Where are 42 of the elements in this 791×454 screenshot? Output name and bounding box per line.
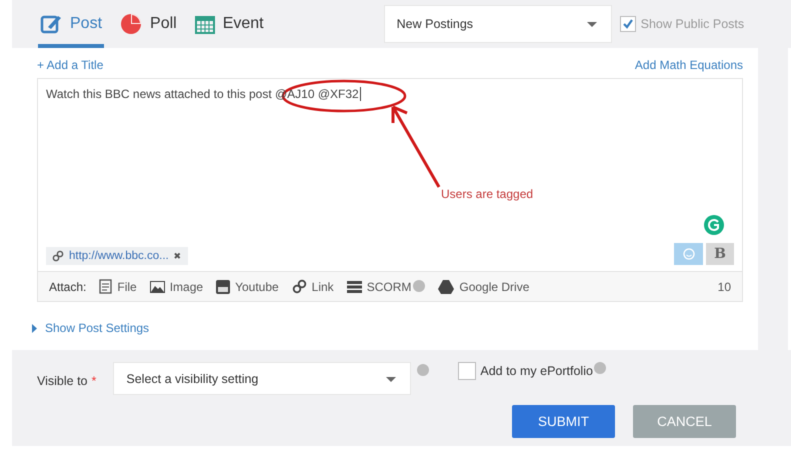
tab[interactable]: Poll [118, 0, 179, 48]
attach-button[interactable]: Google Drive [438, 280, 530, 294]
info-icon[interactable] [413, 280, 426, 292]
bold-button[interactable]: B [706, 243, 734, 265]
emoji-button[interactable] [674, 243, 703, 265]
required-mark: * [92, 374, 96, 388]
document-icon [99, 279, 112, 294]
attach-button[interactable]: Link [292, 279, 334, 294]
attach-button[interactable]: SCORM [346, 280, 426, 294]
attach-button[interactable]: File [99, 279, 137, 294]
info-icon[interactable] [594, 362, 606, 374]
submit-button[interactable]: SUBMIT [512, 405, 615, 438]
server-icon [346, 280, 362, 292]
link-icon [52, 250, 64, 262]
add-title-link[interactable]: + Add a Title [37, 58, 104, 72]
attach-button[interactable]: Youtube [216, 280, 279, 294]
annotation-text: Users are tagged [441, 187, 534, 201]
pie-chart-icon [120, 13, 142, 35]
checkbox[interactable] [458, 362, 476, 380]
link-url: http://www.bbc.co... [69, 250, 169, 262]
sort-dropdown[interactable]: New Postings [384, 5, 612, 43]
visibility-label: Visible to [37, 374, 88, 388]
video-icon [216, 280, 230, 294]
attach-label: Attach: [49, 280, 86, 294]
checkbox-label: Add to my ePortfolio [480, 364, 593, 378]
character-count: 10 [718, 280, 731, 294]
info-icon[interactable] [417, 364, 430, 376]
image-icon [150, 280, 165, 292]
pencil-icon [40, 13, 62, 35]
checkbox[interactable] [620, 16, 636, 32]
smiley-icon [682, 248, 694, 260]
checkbox-label: Show Public Posts [640, 17, 744, 31]
link-icon [292, 279, 307, 294]
attach-button[interactable]: Image [150, 280, 204, 294]
tab[interactable]: Event [192, 0, 266, 48]
visibility-dropdown[interactable]: Select a visibility setting [113, 362, 412, 395]
post-settings-toggle[interactable]: Show Post Settings [31, 321, 150, 335]
grammar-icon[interactable] [704, 215, 724, 235]
remove-icon[interactable]: ✖ [174, 251, 182, 261]
add-math-link[interactable]: Add Math Equations [634, 58, 743, 72]
link-chip[interactable]: http://www.bbc.co... ✖ [46, 247, 188, 265]
calendar-icon [194, 14, 215, 34]
